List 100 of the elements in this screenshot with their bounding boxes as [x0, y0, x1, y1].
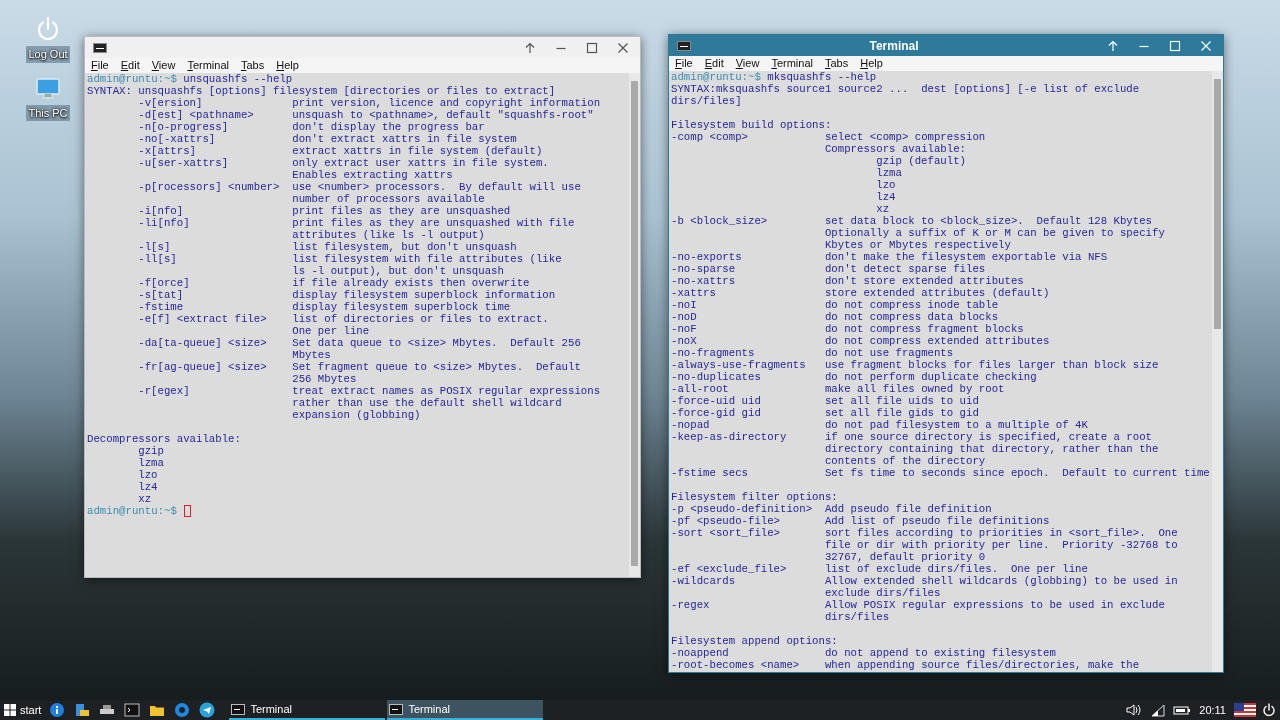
up-arrow-icon	[523, 41, 536, 54]
scrollbar[interactable]	[1212, 71, 1223, 672]
taskbar-task[interactable]: Terminal	[387, 700, 544, 720]
menu-item[interactable]: Help	[276, 58, 299, 73]
option-name: -xattrs	[671, 287, 716, 299]
option-description: 256 Mbytes	[292, 373, 357, 385]
option-name: -fr[ag-queue] <size>	[138, 361, 267, 373]
option-description: list of exclude dirs/files. One per line	[824, 563, 1088, 575]
output-line: gzip (default)	[876, 155, 966, 167]
option-name: -force-uid uid	[671, 395, 761, 407]
output-line: xz	[876, 203, 890, 215]
terminal-app-icon	[93, 42, 107, 53]
option-name: -i[nfo]	[138, 205, 184, 217]
terminal-app-icon	[677, 40, 691, 51]
option-description: dirs/files	[824, 611, 890, 623]
option-name: -regex	[671, 599, 710, 611]
option-description: print files as they are unsquashed with file	[292, 217, 575, 229]
output-line: gzip	[138, 445, 164, 457]
menu-item[interactable]: Help	[860, 56, 883, 71]
option-description: Add pseudo file definition	[824, 503, 992, 515]
option-description: unsquash to <pathname>, default "squashfs-root"	[292, 109, 594, 121]
option-description: do not use fragments	[824, 347, 954, 359]
volume-icon[interactable]	[1125, 702, 1144, 718]
option-description: directory containing that directory, rather than the	[824, 443, 1159, 455]
option-description: Kbytes or Mbytes respectively	[824, 239, 1011, 251]
command-text: unsquashfs --help	[183, 73, 293, 85]
option-description: extract xattrs in file system (default)	[292, 145, 543, 157]
option-description: list filesystem with file attributes (like	[292, 253, 562, 265]
terminal-icon	[231, 703, 246, 715]
menu-item[interactable]: Tabs	[824, 56, 849, 71]
wifi-signal-icon[interactable]	[1149, 702, 1168, 718]
option-description: Set data queue to <size> Mbytes. Default 256	[292, 337, 581, 349]
info-icon[interactable]	[49, 702, 66, 718]
menu-item[interactable]: Edit	[120, 58, 140, 73]
option-name: -noappend	[671, 647, 729, 659]
option-description: Set fragment queue to <size> Mbytes. Default	[292, 361, 581, 373]
scrollbar-thumb[interactable]	[631, 81, 638, 566]
scrollbar-thumb[interactable]	[1214, 79, 1221, 329]
option-name: -pf <pseudo-file>	[671, 515, 781, 527]
menu-item[interactable]: Tabs	[240, 58, 265, 73]
option-name: -fstime secs	[671, 467, 748, 479]
start-button[interactable]: start	[0, 700, 48, 720]
option-description: contents of the directory	[824, 455, 986, 467]
menu-item[interactable]: File	[91, 58, 109, 73]
file-manager-icon[interactable]	[74, 702, 91, 718]
option-description: attributes (like ls -l output)	[292, 229, 485, 241]
terminal-icon	[389, 703, 404, 715]
option-name: -no-xattrs	[671, 275, 736, 287]
option-description: display filesystem superblock information	[292, 289, 556, 301]
option-description: set all file uids to uid	[824, 395, 979, 407]
option-description: use fragment blocks for files larger than block size	[824, 359, 1159, 371]
option-name: -always-use-fragments	[671, 359, 806, 371]
option-description: Add list of pseudo file definitions	[824, 515, 1050, 527]
option-description: print version, licence and copyright information	[292, 97, 601, 109]
close-icon	[1199, 39, 1212, 52]
clock[interactable]: 20:11	[1197, 701, 1228, 719]
option-description: store extended attributes (default)	[824, 287, 1050, 299]
paper-plane-icon[interactable]	[199, 702, 216, 718]
scrollbar[interactable]	[629, 73, 640, 577]
option-name: -r[egex]	[138, 385, 190, 397]
option-name: -v[ersion]	[138, 97, 203, 109]
option-description: only extract user xattrs in file system.	[292, 157, 549, 169]
output-line: lzo	[138, 469, 158, 481]
option-name: -force-gid gid	[671, 407, 761, 419]
option-name: -no-fragments	[671, 347, 755, 359]
menu-item[interactable]: View	[735, 56, 760, 71]
windows-logo-icon	[4, 704, 16, 716]
window-title: Terminal	[868, 37, 920, 55]
output-line: lz4	[876, 191, 896, 203]
output-line: SYNTAX: unsquashfs [options] filesystem [directories or files to extract]	[87, 85, 556, 97]
option-description: do not compress data blocks	[824, 311, 999, 323]
option-name: -comp <comp>	[671, 131, 748, 143]
option-name: -p <pseudo-definition>	[671, 503, 813, 515]
option-description: when appending source files/directories, make the	[824, 659, 1140, 671]
terminal-icon[interactable]	[124, 702, 141, 718]
option-description: Enables extracting xattrs	[292, 169, 453, 181]
output-line: lz4	[138, 481, 158, 493]
option-description: do not compress inode table	[824, 299, 999, 311]
option-description: Allow POSIX regular expressions to be used in exclude	[824, 599, 1165, 611]
menu-item[interactable]: Edit	[704, 56, 724, 71]
option-description: don't display the progress bar	[292, 121, 485, 133]
option-name: -s[tat]	[138, 289, 184, 301]
option-name: -b <block_size>	[671, 215, 768, 227]
flag-icon[interactable]	[1234, 703, 1256, 717]
menu-item[interactable]: View	[151, 58, 176, 73]
maximize-icon	[585, 41, 598, 54]
power-icon[interactable]	[1262, 703, 1276, 717]
menu-item[interactable]: Terminal	[771, 56, 813, 71]
menu-item[interactable]: Terminal	[187, 58, 229, 73]
option-description: do not pad filesystem to a multiple of 4K	[824, 419, 1088, 431]
option-description: make all files owned by root	[824, 383, 1005, 395]
taskbar-task[interactable]: Terminal	[229, 700, 386, 720]
option-description: rather than use the default shell wildcard	[292, 397, 562, 409]
option-description: set all file gids to gid	[824, 407, 979, 419]
option-name: -e[f] <extract file>	[138, 313, 267, 325]
output-line: dirs/files]	[671, 95, 742, 107]
menu-item[interactable]: File	[675, 56, 693, 71]
option-description: print files as they are unsquashed	[292, 205, 511, 217]
up-arrow-icon	[1106, 39, 1119, 52]
option-description: expansion (globbing)	[292, 409, 421, 421]
